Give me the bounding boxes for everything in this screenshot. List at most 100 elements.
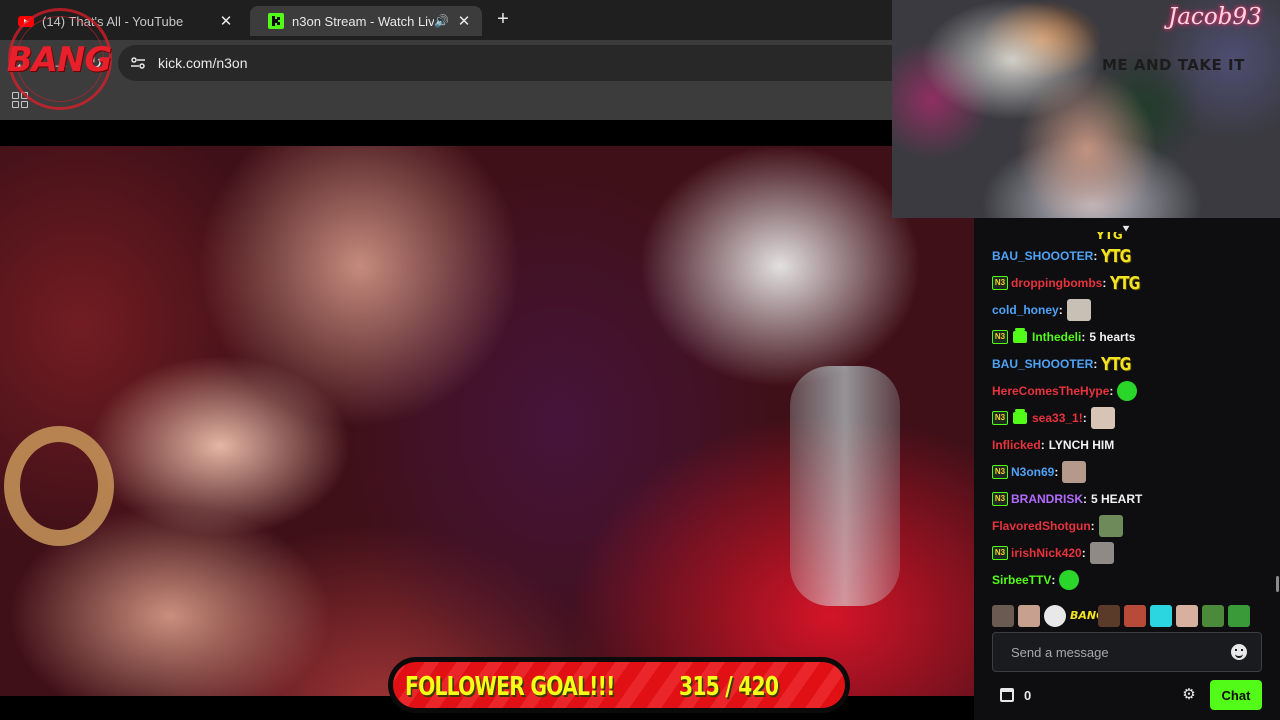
webcam-overlay: ME AND TAKE IT Jacob93 bbox=[892, 0, 1280, 218]
chat-message: N3 N3on69: bbox=[992, 460, 1087, 484]
chat-message: FlavoredShotgun: bbox=[992, 514, 1123, 538]
chat-message: cold_honey: bbox=[992, 298, 1091, 322]
separator: : bbox=[1051, 573, 1056, 587]
stream-video[interactable] bbox=[0, 146, 974, 696]
emote-button[interactable] bbox=[1124, 605, 1146, 627]
chat-message: N3 irishNick420: bbox=[992, 541, 1114, 565]
chat-username[interactable]: irishNick420 bbox=[1011, 546, 1082, 560]
separator: : bbox=[1082, 411, 1087, 425]
scrollbar-thumb[interactable] bbox=[1276, 576, 1279, 592]
chat-emote[interactable] bbox=[1059, 570, 1080, 590]
separator: : bbox=[1102, 276, 1107, 290]
chat-message: SirbeeTTV: bbox=[992, 568, 1080, 592]
separator: : bbox=[1081, 546, 1086, 560]
video-ring-detail bbox=[4, 426, 114, 546]
separator: : bbox=[1058, 303, 1063, 317]
chat-message: HereComesTheHype: bbox=[992, 379, 1138, 403]
chat-footer: 0 ⚙ Chat bbox=[992, 680, 1262, 710]
emote-button[interactable]: BANG bbox=[1070, 605, 1105, 627]
separator: : bbox=[1081, 330, 1086, 344]
separator: : bbox=[1054, 465, 1059, 479]
chat-username[interactable]: Inflicked bbox=[992, 438, 1041, 452]
chat-message: BAU_SHOOOTER: YTG bbox=[992, 352, 1138, 376]
partial-emote: YTG bbox=[1096, 232, 1123, 242]
chat-emote[interactable]: YTG bbox=[1101, 354, 1131, 375]
separator: : bbox=[1090, 519, 1095, 533]
chat-message: Inflicked: LYNCH HIM bbox=[992, 433, 1114, 457]
chat-message: N3 Inthedeli:5 hearts bbox=[992, 325, 1135, 349]
store-icon bbox=[1000, 688, 1014, 702]
tab-kick-stream[interactable]: n3on Stream - Watch Live o 🔊 ✕ bbox=[250, 6, 482, 36]
chat-emote[interactable]: YTG bbox=[1110, 273, 1140, 294]
address-bar[interactable]: kick.com/n3on bbox=[118, 45, 892, 81]
webcam-streamer-name: Jacob93 bbox=[1168, 4, 1262, 30]
emote-button[interactable] bbox=[1018, 605, 1040, 627]
chat-input-box bbox=[992, 632, 1262, 672]
goal-fill: FOLLOWER GOAL!!! 315 / 420 bbox=[393, 662, 845, 708]
gift-badge-icon bbox=[1013, 409, 1027, 424]
chat-username[interactable]: SirbeeTTV bbox=[992, 573, 1051, 587]
chat-username[interactable]: N3on69 bbox=[1011, 465, 1054, 479]
chat-emote[interactable] bbox=[1117, 381, 1138, 401]
chat-message: N3 droppingbombs: YTG bbox=[992, 271, 1147, 295]
chat-message-text: 5 HEART bbox=[1091, 492, 1143, 506]
subscriber-badge-icon: N3 bbox=[992, 546, 1008, 560]
separator: : bbox=[1093, 357, 1098, 371]
chat-input[interactable] bbox=[993, 644, 1231, 660]
separator: : bbox=[1109, 384, 1114, 398]
speaker-icon[interactable]: 🔊 bbox=[434, 14, 450, 28]
chat-message: N3 BRANDRISK:5 HEART bbox=[992, 487, 1142, 511]
chat-username[interactable]: cold_honey bbox=[992, 303, 1059, 317]
separator: : bbox=[1093, 249, 1098, 263]
chat-username[interactable]: sea33_1! bbox=[1032, 411, 1083, 425]
chat-emote[interactable] bbox=[1089, 542, 1114, 564]
chat-username[interactable]: HereComesTheHype bbox=[992, 384, 1109, 398]
bang-logo: BANG bbox=[2, 6, 114, 110]
bookmarks-bar bbox=[0, 86, 892, 120]
chat-username[interactable]: droppingbombs bbox=[1011, 276, 1102, 290]
emote-button[interactable] bbox=[1150, 605, 1172, 627]
quick-emote-bar: BANG bbox=[992, 604, 1262, 628]
separator: : bbox=[1040, 438, 1045, 452]
subscriber-badge-icon: N3 bbox=[992, 330, 1008, 344]
gift-badge-icon bbox=[1013, 328, 1027, 343]
chat-message-text: 5 hearts bbox=[1089, 330, 1136, 344]
emote-button[interactable] bbox=[1176, 605, 1198, 627]
chat-emote[interactable] bbox=[1066, 299, 1091, 321]
browser-toolbar: ← → ↻ kick.com/n3on bbox=[0, 40, 892, 86]
emote-button[interactable] bbox=[1228, 605, 1250, 627]
emote-button[interactable] bbox=[1202, 605, 1224, 627]
follower-goal-bar: FOLLOWER GOAL!!! 315 / 420 bbox=[388, 657, 850, 713]
kick-icon bbox=[268, 13, 284, 29]
close-tab-icon[interactable]: ✕ bbox=[456, 12, 472, 30]
chat-emote[interactable]: YTG bbox=[1101, 246, 1131, 267]
webcam-sign-text: ME AND TAKE IT bbox=[1102, 56, 1245, 74]
url-text: kick.com/n3on bbox=[158, 55, 248, 71]
chat-username[interactable]: BAU_SHOOOTER bbox=[992, 249, 1093, 263]
chat-emote[interactable] bbox=[1062, 461, 1087, 483]
emoji-picker-icon[interactable] bbox=[1231, 644, 1247, 660]
chat-username[interactable]: BRANDRISK bbox=[1011, 492, 1083, 506]
subscriber-badge-icon: N3 bbox=[992, 492, 1008, 506]
browser-tab-bar: (14) That's All - YouTube ✕ n3on Stream … bbox=[0, 0, 892, 40]
chat-emote[interactable] bbox=[1090, 407, 1115, 429]
emote-button[interactable] bbox=[1044, 605, 1066, 627]
close-tab-icon[interactable]: ✕ bbox=[218, 12, 234, 30]
gear-icon[interactable]: ⚙ bbox=[1180, 686, 1198, 704]
chat-emote[interactable] bbox=[1098, 515, 1123, 537]
chat-username[interactable]: Inthedeli bbox=[1032, 330, 1081, 344]
chat-username[interactable]: FlavoredShotgun bbox=[992, 519, 1091, 533]
send-chat-button[interactable]: Chat bbox=[1210, 680, 1262, 710]
new-tab-button[interactable]: + bbox=[492, 8, 514, 32]
points-count: 0 bbox=[1024, 687, 1032, 703]
emote-button[interactable] bbox=[1098, 605, 1120, 627]
chat-username[interactable]: BAU_SHOOOTER bbox=[992, 357, 1093, 371]
subscriber-badge-icon: N3 bbox=[992, 411, 1008, 425]
emote-button[interactable] bbox=[992, 605, 1014, 627]
tab-title: n3on Stream - Watch Live o bbox=[292, 13, 434, 29]
goal-label: FOLLOWER GOAL!!! bbox=[405, 672, 615, 702]
site-settings-icon[interactable] bbox=[130, 55, 146, 71]
channel-points[interactable]: 0 bbox=[992, 688, 1031, 703]
logo-text: BANG bbox=[6, 40, 113, 80]
goal-count: 315 / 420 bbox=[679, 672, 779, 702]
